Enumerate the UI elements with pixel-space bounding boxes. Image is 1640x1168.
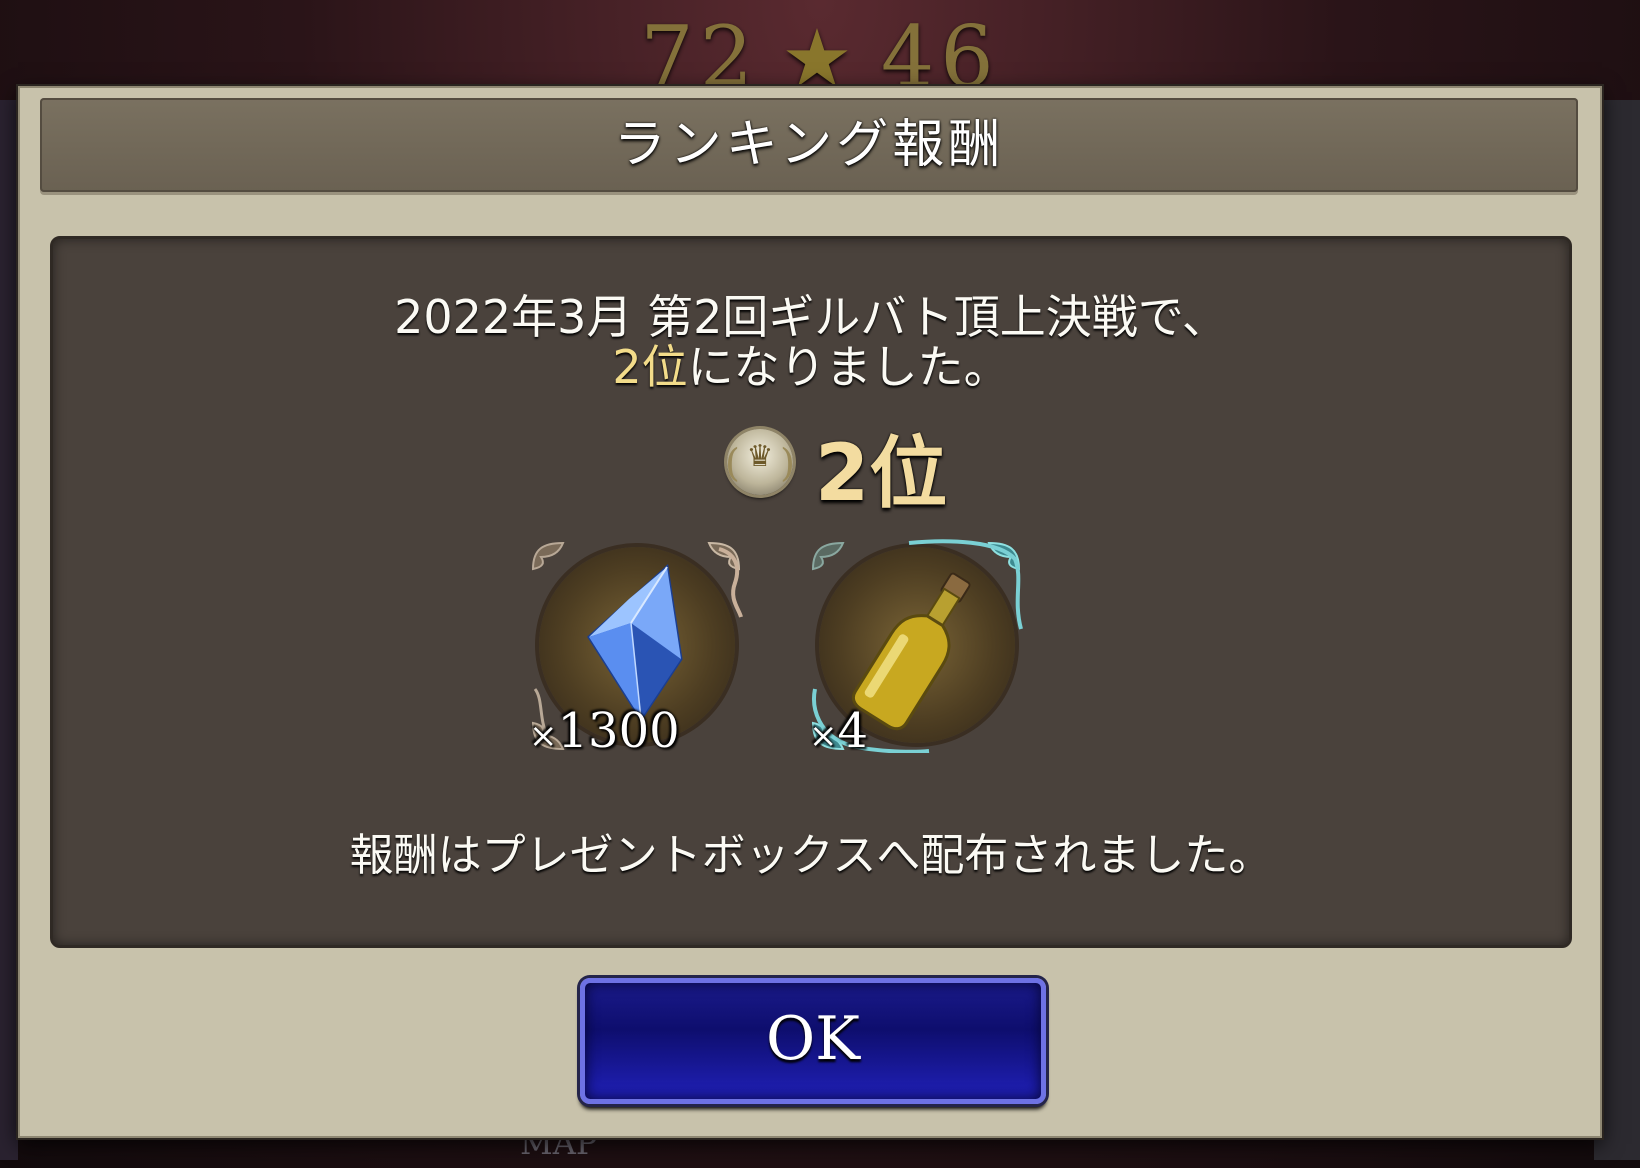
dialog-title: ランキング報酬: [613, 115, 1005, 175]
rank-highlight: 2位: [612, 340, 688, 394]
dialog-header: ランキング報酬: [40, 98, 1578, 192]
rank-row: ( ♛ ) 2位: [53, 419, 1569, 519]
rank-text: 2位: [815, 429, 948, 519]
delivery-notice: 報酬はプレゼントボックスへ配布されました。: [349, 830, 1273, 881]
ok-button[interactable]: OK: [580, 978, 1046, 1104]
ok-button-label: OK: [765, 1004, 860, 1074]
reward-quantity: ×4: [809, 703, 869, 759]
dialog-content-panel: 2022年3月 第2回ギルバト頂上決戦で、 2位になりました。 ( ♛ ) 2位: [50, 236, 1572, 948]
background-left-panel: [0, 100, 18, 1160]
ranking-reward-dialog: ランキング報酬 2022年3月 第2回ギルバト頂上決戦で、 2位になりました。 …: [18, 86, 1602, 1138]
result-message-line2-rest: になりました。: [687, 340, 1010, 394]
reward-item-bottle[interactable]: ×4: [809, 539, 1023, 759]
reward-quantity: ×1300: [529, 703, 680, 759]
reward-item-crystal[interactable]: ×1300: [529, 539, 743, 759]
result-message-line2: 2位になりました。: [53, 331, 1569, 397]
crown-laurel-icon: ( ♛ ): [725, 429, 795, 495]
